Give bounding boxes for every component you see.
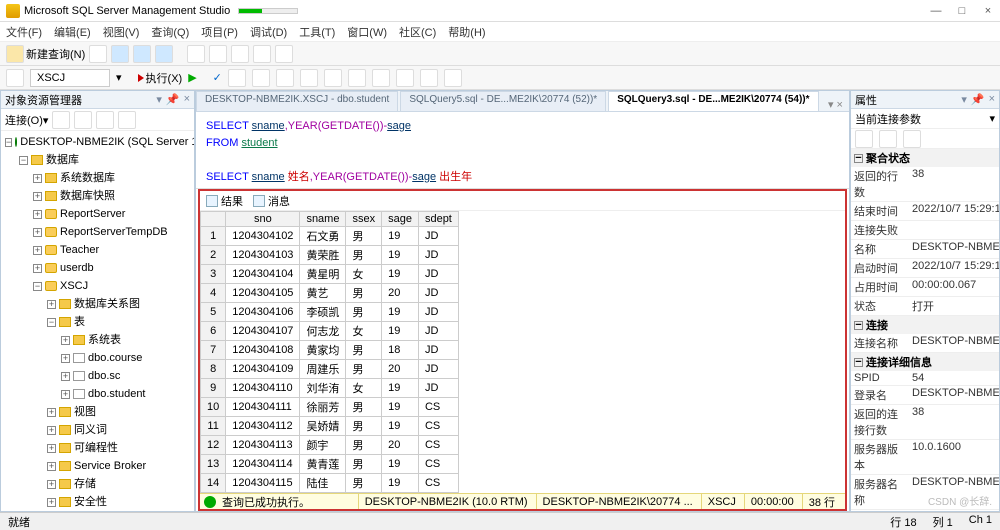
alphabetical-icon[interactable] (879, 130, 897, 148)
status-server: DESKTOP-NBME2IK (10.0 RTM) (358, 494, 534, 509)
grid-icon (206, 195, 218, 207)
tool-icon[interactable] (52, 111, 70, 129)
tool-icon[interactable] (155, 45, 173, 63)
tool-icon[interactable] (6, 69, 24, 87)
tool-icon[interactable] (118, 111, 136, 129)
status-message: 查询已成功执行。 (218, 494, 356, 510)
parse-button[interactable]: ✓ (213, 71, 222, 84)
status-db: XSCJ (701, 494, 742, 509)
play-icon (138, 74, 144, 82)
status-col: 列 1 (933, 514, 953, 530)
maximize-button[interactable]: □ (956, 5, 968, 17)
status-rows: 38 行 (802, 494, 841, 509)
open-icon[interactable] (187, 45, 205, 63)
tool-icon[interactable] (253, 45, 271, 63)
debug-button[interactable]: ▶ (188, 71, 196, 84)
progress-indicator (238, 8, 298, 14)
document-tabs: DESKTOP-NBME2IK.XSCJ - dbo.student SQLQu… (196, 91, 849, 112)
results-tab[interactable]: 结果 (206, 193, 243, 209)
properties-title: 属性 (855, 92, 877, 108)
success-icon (204, 496, 216, 508)
results-grid[interactable]: snosnamessexsagesdept11204304102石文勇男19JD… (200, 211, 845, 493)
toolbar-main: 新建查询(N) (0, 42, 1000, 66)
close-button[interactable]: × (982, 5, 994, 17)
status-ch: Ch 1 (969, 514, 992, 530)
title-bar: Microsoft SQL Server Management Studio —… (0, 0, 1000, 22)
tool-icon[interactable] (133, 45, 151, 63)
object-tree[interactable]: −DESKTOP-NBME2IK (SQL Server 10.0.160 −数… (1, 131, 194, 511)
tool-icon[interactable] (275, 45, 293, 63)
close-panel-icon[interactable]: × (989, 93, 995, 106)
dropdown-icon[interactable]: ▾ (961, 93, 967, 106)
menu-debug[interactable]: 调试(D) (250, 24, 287, 40)
tool-icon[interactable] (96, 111, 114, 129)
connect-button[interactable]: 连接(O)▾ (5, 112, 48, 128)
tool-icon[interactable] (89, 45, 107, 63)
results-panel: 结果 消息 snosnamessexsagesdept11204304102石文… (198, 189, 847, 511)
messages-tab[interactable]: 消息 (253, 193, 290, 209)
new-query-button[interactable]: 新建查询(N) (6, 45, 85, 63)
tool-icon[interactable] (372, 69, 390, 87)
tool-icon[interactable] (444, 69, 462, 87)
tool-icon[interactable] (903, 130, 921, 148)
execute-button[interactable]: 执行(X) (138, 70, 183, 86)
status-line: 行 18 (890, 514, 916, 530)
save-icon[interactable] (209, 45, 227, 63)
save-all-icon[interactable] (231, 45, 249, 63)
tool-icon[interactable] (324, 69, 342, 87)
tool-icon[interactable] (252, 69, 270, 87)
tool-icon[interactable] (420, 69, 438, 87)
categorized-icon[interactable] (855, 130, 873, 148)
tab-query3[interactable]: SQLQuery3.sql - DE...ME2IK\20774 (54))* (608, 91, 818, 111)
menu-help[interactable]: 帮助(H) (448, 24, 485, 40)
menu-community[interactable]: 社区(C) (399, 24, 436, 40)
app-status-bar: 就绪 行 18 列 1 Ch 1 (0, 512, 1000, 530)
watermark: CSDN @长辞. (928, 493, 992, 508)
menu-query[interactable]: 查询(Q) (151, 24, 189, 40)
window-title: Microsoft SQL Server Management Studio (24, 5, 230, 17)
sql-editor[interactable]: SELECT sname,YEAR(GETDATE())-sage FROM s… (196, 112, 849, 189)
object-explorer-title: 对象资源管理器 (5, 92, 82, 108)
tool-icon[interactable] (348, 69, 366, 87)
dropdown-icon[interactable]: ▾ (156, 93, 162, 106)
new-query-icon (6, 45, 24, 63)
pin-icon[interactable]: 📌 (971, 93, 985, 106)
menu-project[interactable]: 项目(P) (201, 24, 238, 40)
properties-header: 当前连接参数 (855, 111, 983, 127)
tool-icon[interactable] (111, 45, 129, 63)
app-icon (6, 4, 20, 18)
object-explorer-panel: 对象资源管理器 ▾ 📌 × 连接(O)▾ −DESKTOP-NBME2IK (SQL… (0, 90, 195, 512)
menu-view[interactable]: 视图(V) (103, 24, 140, 40)
tool-icon[interactable] (276, 69, 294, 87)
menu-tools[interactable]: 工具(T) (299, 24, 335, 40)
database-selector[interactable]: XSCJ (30, 69, 110, 87)
tool-icon[interactable] (228, 69, 246, 87)
status-ready: 就绪 (8, 514, 30, 530)
minimize-button[interactable]: — (930, 5, 942, 17)
tool-icon[interactable] (300, 69, 318, 87)
messages-icon (253, 195, 265, 207)
menu-window[interactable]: 窗口(W) (347, 24, 387, 40)
toolbar-query: XSCJ ▾ 执行(X) ▶ ✓ (0, 66, 1000, 90)
status-user: DESKTOP-NBME2IK\20774 ... (536, 494, 699, 509)
menu-file[interactable]: 文件(F) (6, 24, 42, 40)
menu-bar: 文件(F) 编辑(E) 视图(V) 查询(Q) 项目(P) 调试(D) 工具(T… (0, 22, 1000, 42)
properties-list[interactable]: −聚合状态返回的行数38结束时间2022/10/7 15:29:19连接失败名称… (851, 149, 999, 511)
query-status-bar: 查询已成功执行。 DESKTOP-NBME2IK (10.0 RTM) DESK… (200, 493, 845, 511)
properties-panel: 属性 ▾ 📌 × 当前连接参数 ▾ −聚合状态返回的行数38结束时间2022/10/… (850, 90, 1000, 512)
tab-dropdown-icon[interactable]: ▾ × (822, 98, 849, 111)
editor-area: DESKTOP-NBME2IK.XSCJ - dbo.student SQLQu… (195, 90, 850, 512)
close-panel-icon[interactable]: × (184, 93, 190, 106)
tab-student[interactable]: DESKTOP-NBME2IK.XSCJ - dbo.student (196, 91, 398, 111)
status-time: 00:00:00 (744, 494, 800, 509)
tab-query5[interactable]: SQLQuery5.sql - DE...ME2IK\20774 (52))* (400, 91, 606, 111)
tool-icon[interactable] (74, 111, 92, 129)
pin-icon[interactable]: 📌 (166, 93, 180, 106)
dropdown-icon[interactable]: ▾ (989, 112, 995, 125)
menu-edit[interactable]: 编辑(E) (54, 24, 91, 40)
tool-icon[interactable] (396, 69, 414, 87)
